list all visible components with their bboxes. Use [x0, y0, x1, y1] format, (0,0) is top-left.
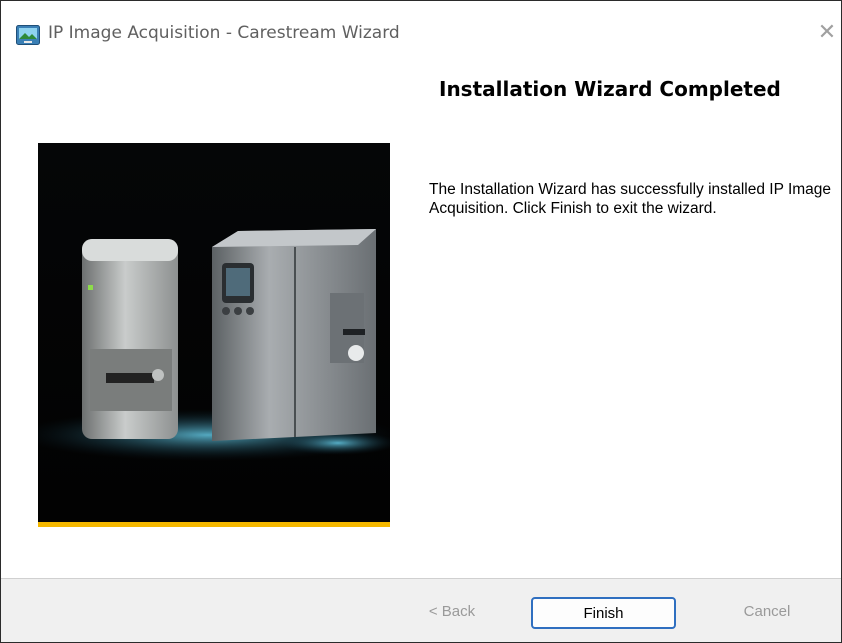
installer-window: IP Image Acquisition - Carestream Wizard… — [0, 0, 842, 643]
window-title: IP Image Acquisition - Carestream Wizard — [48, 23, 400, 43]
product-devices-image — [38, 143, 390, 527]
back-button[interactable]: < Back — [411, 597, 493, 629]
finish-button[interactable]: Finish — [531, 597, 676, 629]
title-bar[interactable]: IP Image Acquisition - Carestream Wizard… — [1, 1, 841, 51]
cancel-button[interactable]: Cancel — [723, 597, 811, 629]
close-icon[interactable]: ✕ — [813, 19, 841, 47]
installer-icon — [16, 25, 40, 45]
completion-message: The Installation Wizard has successfully… — [429, 181, 832, 217]
page-title: Installation Wizard Completed — [439, 77, 781, 101]
